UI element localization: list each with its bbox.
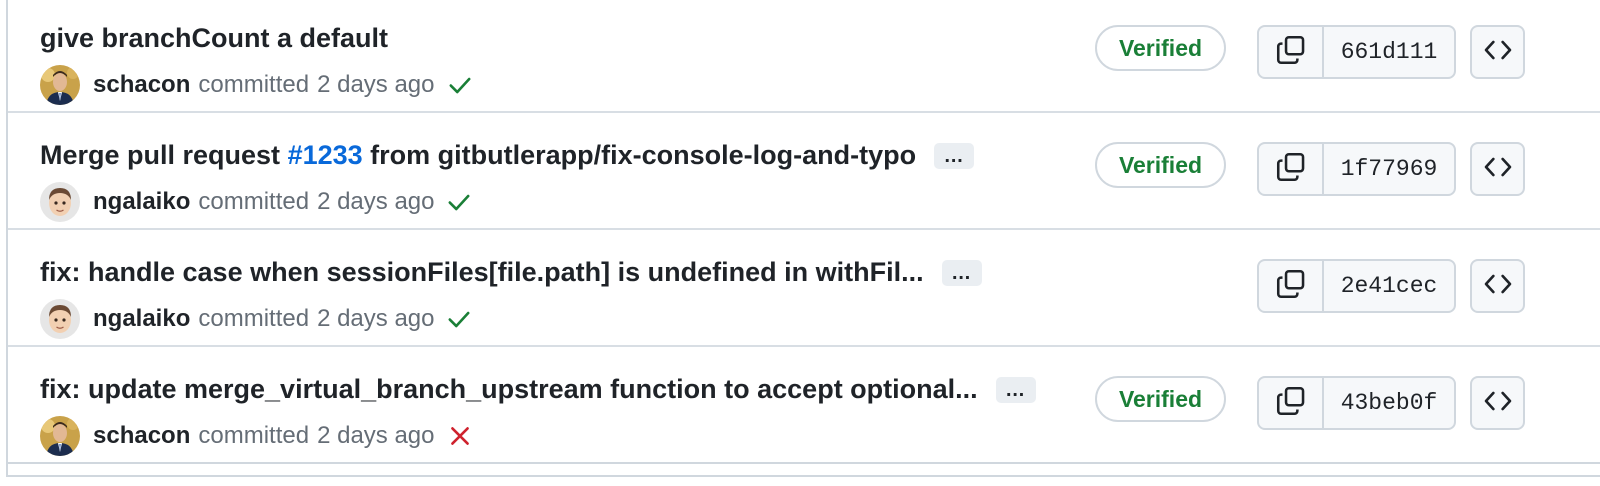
copy-sha-button[interactable] [1259, 27, 1324, 77]
commit-meta: ngalaiko committed 2 days ago [40, 299, 472, 339]
commit-message-text[interactable]: give branchCount a default [40, 23, 388, 54]
commit-message[interactable]: fix: update merge_virtual_branch_upstrea… [40, 374, 1036, 405]
commit-row: give branchCount a default schacon commi… [8, 0, 1600, 113]
commit-message[interactable]: fix: handle case when sessionFiles[file.… [40, 257, 982, 288]
copy-sha-button[interactable] [1259, 144, 1324, 194]
commit-list: give branchCount a default schacon commi… [6, 0, 1600, 477]
browse-repo-button[interactable] [1470, 25, 1525, 79]
commit-author[interactable]: ngalaiko [93, 305, 190, 333]
x-icon[interactable] [447, 423, 473, 449]
pull-request-link[interactable]: #1233 [288, 140, 363, 171]
browse-repo-button[interactable] [1470, 376, 1525, 430]
avatar[interactable] [40, 65, 80, 105]
commit-message-text[interactable]: fix: update merge_virtual_branch_upstrea… [40, 374, 978, 405]
commit-meta: schacon committed 2 days ago [40, 65, 473, 105]
copy-icon [1274, 150, 1308, 189]
committed-label: committed [198, 422, 310, 449]
verified-badge[interactable]: Verified [1095, 25, 1226, 71]
commit-time: 2 days ago [317, 188, 435, 215]
code-icon [1482, 34, 1514, 71]
check-icon[interactable] [446, 306, 472, 332]
commit-message-text[interactable]: fix: handle case when sessionFiles[file.… [40, 257, 924, 288]
commit-row: fix: update merge_virtual_branch_upstrea… [8, 347, 1600, 464]
committed-label: committed [198, 71, 310, 98]
commit-message-suffix[interactable]: from gitbutlerapp/fix-console-log-and-ty… [363, 140, 916, 171]
expand-message-button[interactable]: … [995, 376, 1036, 403]
copy-sha-button[interactable] [1259, 261, 1324, 311]
browse-repo-button[interactable] [1470, 142, 1525, 196]
commit-row: Merge pull request #1233 from gitbutlera… [8, 113, 1600, 230]
commit-sha-link[interactable]: 43beb0f [1324, 378, 1454, 428]
sha-button-group: 43beb0f [1257, 376, 1456, 430]
commit-sha-link[interactable]: 2e41cec [1324, 261, 1454, 311]
verified-badge[interactable]: Verified [1095, 142, 1226, 188]
committed-label: committed [198, 188, 310, 215]
commit-message[interactable]: give branchCount a default [40, 23, 388, 54]
commit-row: fix: handle case when sessionFiles[file.… [8, 230, 1600, 347]
commit-message[interactable]: Merge pull request #1233 from gitbutlera… [40, 140, 975, 171]
sha-button-group: 2e41cec [1257, 259, 1456, 313]
code-icon [1482, 268, 1514, 305]
commit-author[interactable]: schacon [93, 71, 190, 99]
commit-time: 2 days ago [317, 422, 435, 449]
sha-button-group: 661d111 [1257, 25, 1456, 79]
commit-sha-link[interactable]: 661d111 [1324, 27, 1454, 77]
commit-author[interactable]: schacon [93, 422, 190, 450]
committed-label: committed [198, 305, 310, 332]
commit-author[interactable]: ngalaiko [93, 188, 190, 216]
avatar[interactable] [40, 416, 80, 456]
copy-icon [1274, 33, 1308, 72]
commit-message-prefix[interactable]: Merge pull request [40, 140, 288, 171]
expand-message-button[interactable]: … [941, 259, 982, 286]
avatar[interactable] [40, 182, 80, 222]
code-icon [1482, 151, 1514, 188]
verified-badge[interactable]: Verified [1095, 376, 1226, 422]
copy-icon [1274, 384, 1308, 423]
commit-meta: schacon committed 2 days ago [40, 416, 473, 456]
check-icon[interactable] [446, 189, 472, 215]
browse-repo-button[interactable] [1470, 259, 1525, 313]
copy-icon [1274, 267, 1308, 306]
avatar[interactable] [40, 299, 80, 339]
check-icon[interactable] [447, 72, 473, 98]
commit-meta: ngalaiko committed 2 days ago [40, 182, 472, 222]
copy-sha-button[interactable] [1259, 378, 1324, 428]
expand-message-button[interactable]: … [934, 142, 975, 169]
sha-button-group: 1f77969 [1257, 142, 1456, 196]
commit-time: 2 days ago [317, 305, 435, 332]
commit-sha-link[interactable]: 1f77969 [1324, 144, 1454, 194]
commit-time: 2 days ago [317, 71, 435, 98]
code-icon [1482, 385, 1514, 422]
